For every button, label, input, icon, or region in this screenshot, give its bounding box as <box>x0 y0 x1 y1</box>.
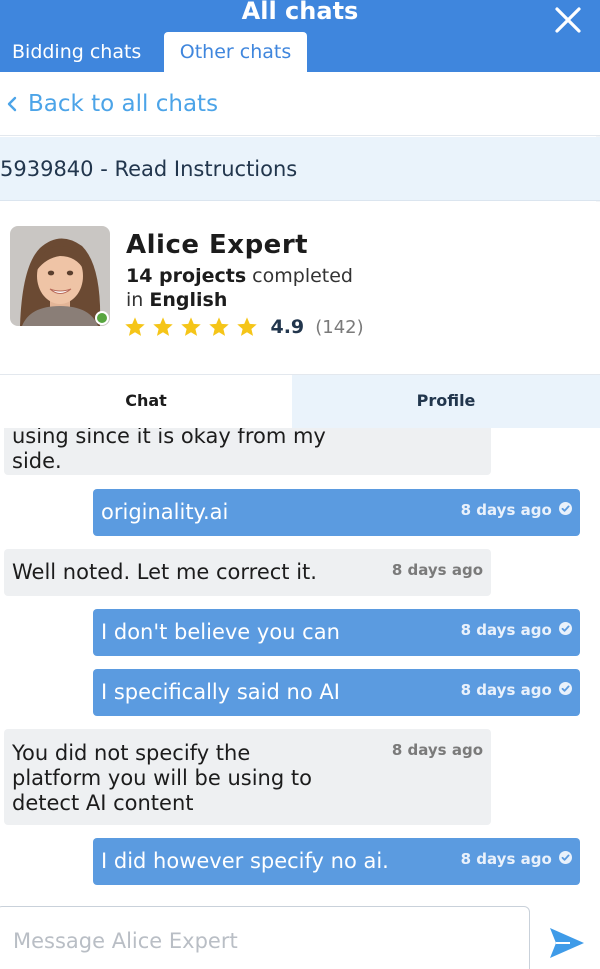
message-text: I did however specify no ai. <box>101 849 389 873</box>
tab-other-chats[interactable]: Other chats <box>164 32 307 72</box>
timestamp-label: 8 days ago <box>460 681 552 699</box>
expert-card: Alice Expert 14 projects completed in En… <box>0 202 600 374</box>
project-title: 5939840 - Read Instructions <box>0 157 298 181</box>
expert-language: in English <box>126 288 227 312</box>
star-icon <box>237 317 258 336</box>
delivered-check-icon <box>559 622 572 635</box>
timestamp-label: 8 days ago <box>460 621 552 639</box>
star-icon <box>125 317 145 336</box>
online-status-dot <box>95 311 109 325</box>
delivered-check-icon <box>559 851 572 864</box>
timestamp-label: 8 days ago <box>460 501 552 519</box>
tab-chat[interactable]: Chat <box>0 375 292 429</box>
expert-projects-completed: 14 projects completed <box>126 264 353 288</box>
language-prefix: in <box>126 289 150 311</box>
message-incoming: Well noted. Let me correct it. 8 days ag… <box>4 549 491 596</box>
star-icon <box>209 317 229 336</box>
message-text: You did not specify the platform you wil… <box>12 741 312 815</box>
review-count[interactable]: (142) <box>315 317 363 338</box>
message-timestamp: 8 days ago <box>461 681 572 699</box>
message-outgoing: I specifically said no AI 8 days ago <box>93 669 580 716</box>
expert-rating: 4.9 (142) <box>124 316 364 342</box>
message-text: using since it is okay from my side. <box>12 428 326 473</box>
message-input[interactable] <box>0 906 530 969</box>
message-text: I specifically said no AI <box>101 680 340 704</box>
message-list[interactable]: using since it is okay from my side. ori… <box>0 428 600 898</box>
message-outgoing: originality.ai 8 days ago <box>93 489 580 536</box>
project-header[interactable]: 5939840 - Read Instructions <box>0 137 600 201</box>
chevron-left-icon <box>7 96 17 112</box>
tab-profile[interactable]: Profile <box>292 375 600 429</box>
language-value: English <box>149 289 228 311</box>
avatar[interactable] <box>10 226 110 326</box>
message-timestamp: 8 days ago <box>391 741 483 759</box>
tab-bidding-chats[interactable]: Bidding chats <box>0 32 160 72</box>
timestamp-label: 8 days ago <box>460 850 552 868</box>
back-to-all-chats-link[interactable]: Back to all chats <box>0 72 600 136</box>
close-icon[interactable] <box>550 2 586 38</box>
rating-value: 4.9 <box>270 316 305 338</box>
message-incoming: You did not specify the platform you wil… <box>4 729 491 825</box>
message-composer <box>0 898 600 969</box>
delivered-check-icon <box>559 682 572 695</box>
message-outgoing: I did however specify no ai. 8 days ago <box>93 838 580 885</box>
header-title: All chats <box>241 0 359 25</box>
projects-suffix: completed <box>246 265 353 287</box>
message-timestamp: 8 days ago <box>461 850 572 868</box>
message-text: originality.ai <box>101 500 229 524</box>
message-text: I don't believe you can <box>101 620 340 644</box>
chat-panel: All chats Bidding chats Other chats Back… <box>0 0 600 969</box>
delivered-check-icon <box>559 502 572 515</box>
star-icon <box>153 317 173 336</box>
message-timestamp: 8 days ago <box>461 621 572 639</box>
chat-profile-tabs: Chat Profile <box>0 374 600 429</box>
message-outgoing: I don't believe you can 8 days ago <box>93 609 580 656</box>
expert-name[interactable]: Alice Expert <box>126 228 308 262</box>
send-icon[interactable] <box>548 926 586 960</box>
message-timestamp: 8 days ago <box>461 501 572 519</box>
message-text: Well noted. Let me correct it. <box>12 560 317 584</box>
back-link-label: Back to all chats <box>28 91 219 117</box>
chat-header: All chats Bidding chats Other chats <box>0 0 600 72</box>
message-timestamp: 8 days ago <box>391 561 483 579</box>
message-incoming: using since it is okay from my side. <box>4 428 491 475</box>
projects-count: 14 projects <box>126 265 247 287</box>
star-icon <box>181 317 201 336</box>
